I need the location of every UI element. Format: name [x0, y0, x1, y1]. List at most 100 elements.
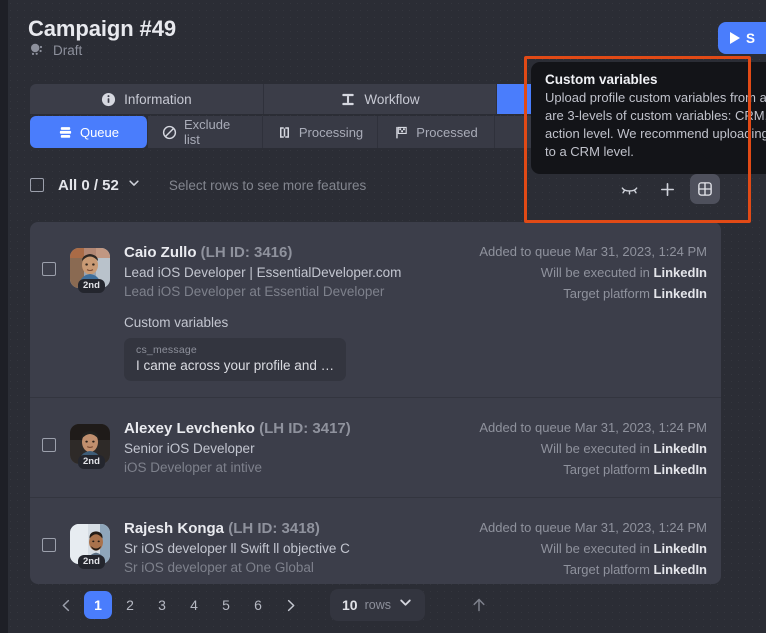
play-icon	[730, 32, 740, 44]
queue-icon	[58, 125, 73, 140]
sub-tab-exclude-list[interactable]: Exclude list	[148, 116, 263, 148]
row-lh-id: (LH ID: 3417)	[259, 420, 351, 437]
row-subline: iOS Developer at intive	[124, 460, 263, 475]
row-profile: Rajesh Konga (LH ID: 3418) Sr iOS develo…	[124, 512, 457, 575]
chevron-down-icon	[127, 176, 141, 194]
connection-degree-badge: 2nd	[78, 554, 105, 569]
chevron-right-icon[interactable]	[276, 591, 304, 619]
tooltip-arrow	[698, 150, 716, 159]
row-target-platform-label: Target platform	[563, 286, 650, 301]
selection-toolbar: All 0 / 52 Select rows to see more featu…	[30, 176, 366, 194]
tab-workflow-label: Workflow	[364, 91, 420, 107]
row-subline: Sr iOS developer at One Global	[124, 560, 314, 575]
page-button-4[interactable]: 4	[180, 591, 208, 619]
row-target-platform: Target platform LinkedIn	[457, 286, 707, 301]
page-button-3[interactable]: 3	[148, 591, 176, 619]
table-row[interactable]: 2nd Rajesh Konga (LH ID: 3418) Sr iOS de…	[30, 498, 721, 584]
table-row[interactable]: 2nd Alexey Levchenko (LH ID: 3417) Senio…	[30, 398, 721, 498]
row-will-be-executed: Will be executed in LinkedIn	[457, 541, 707, 556]
page-button-5[interactable]: 5	[212, 591, 240, 619]
custom-variable-key: cs_message	[136, 344, 197, 356]
row-profile: Caio Zullo (LH ID: 3416) Lead iOS Develo…	[124, 236, 457, 381]
flag-icon	[394, 125, 409, 140]
row-name-line: Caio Zullo (LH ID: 3416)	[124, 244, 457, 261]
tab-information[interactable]: Information	[30, 84, 264, 114]
rows-per-page-label: rows	[364, 598, 391, 612]
page-button-6[interactable]: 6	[244, 591, 272, 619]
processing-icon	[277, 125, 292, 140]
plus-icon[interactable]	[652, 174, 682, 204]
rows-per-page-select[interactable]: 10 rows	[330, 589, 425, 621]
row-target-platform-value: LinkedIn	[653, 562, 707, 577]
row-target-platform-label: Target platform	[563, 562, 650, 577]
row-name-line: Rajesh Konga (LH ID: 3418)	[124, 520, 457, 537]
app-root: Campaign #49 Draft S Information Workflo…	[0, 0, 766, 633]
table-actions	[614, 174, 720, 204]
row-will-be-executed-label: Will be executed in	[540, 265, 650, 280]
sub-tab-processed-label: Processed	[416, 124, 478, 140]
avatar: 2nd	[70, 424, 110, 469]
sub-tab-exclude-list-label: Exclude list	[184, 117, 231, 147]
row-added-to-queue: Added to queue Mar 31, 2023, 1:24 PM	[479, 244, 707, 259]
row-headline: Lead iOS Developer | EssentialDeveloper.…	[124, 265, 402, 280]
row-target-platform-value: LinkedIn	[653, 462, 707, 477]
row-target-platform-label: Target platform	[563, 462, 650, 477]
selection-hint: Select rows to see more features	[168, 177, 367, 193]
row-will-be-executed: Will be executed in LinkedIn	[457, 265, 707, 280]
campaign-status: Draft	[29, 42, 82, 58]
row-checkbox[interactable]	[42, 438, 56, 452]
sub-tab-processing[interactable]: Processing	[263, 116, 378, 148]
tab-workflow[interactable]: Workflow	[263, 84, 498, 114]
row-lh-id: (LH ID: 3416)	[200, 244, 293, 261]
row-will-be-executed-value: LinkedIn	[653, 265, 707, 280]
row-meta: Added to queue Mar 31, 2023, 1:24 PM Wil…	[457, 236, 707, 307]
chevron-down-icon	[398, 595, 413, 615]
row-will-be-executed-value: LinkedIn	[653, 541, 707, 556]
row-meta: Added to queue Mar 31, 2023, 1:24 PM Wil…	[457, 512, 707, 583]
select-all-dropdown[interactable]: All 0 / 52	[58, 176, 141, 194]
rows-per-page-value: 10	[342, 597, 358, 613]
hide-icon[interactable]	[614, 174, 644, 204]
avatar: 2nd	[70, 524, 110, 569]
sub-tab-processing-label: Processing	[298, 124, 364, 140]
info-icon	[101, 92, 116, 107]
table-row[interactable]: 2nd Caio Zullo (LH ID: 3416) Lead iOS De…	[30, 222, 721, 398]
custom-variables-tooltip: Custom variables Upload profile custom v…	[531, 62, 766, 174]
start-campaign-button[interactable]: S	[718, 22, 766, 54]
row-name: Rajesh Konga	[124, 520, 225, 537]
workflow-icon	[340, 92, 356, 107]
row-lh-id: (LH ID: 3418)	[228, 520, 320, 537]
select-all-label: All 0 / 52	[58, 176, 119, 194]
page-button-1[interactable]: 1	[84, 591, 112, 619]
status-text: Draft	[53, 42, 83, 58]
tab-information-label: Information	[124, 91, 192, 107]
row-name: Alexey Levchenko	[124, 420, 255, 437]
tooltip-body: Upload profile custom variables from a a…	[545, 90, 766, 159]
row-added-to-queue: Added to queue Mar 31, 2023, 1:24 PM	[479, 520, 707, 535]
start-campaign-label: S	[746, 30, 756, 46]
row-subline: Lead iOS Developer at Essential Develope…	[124, 284, 385, 299]
row-checkbox[interactable]	[42, 538, 56, 552]
row-will-be-executed-value: LinkedIn	[653, 441, 707, 456]
row-checkbox[interactable]	[42, 262, 56, 276]
connection-degree-badge: 2nd	[78, 278, 105, 293]
grid-icon[interactable]	[690, 174, 720, 204]
row-will-be-executed-label: Will be executed in	[540, 441, 650, 456]
chevron-left-icon[interactable]	[52, 591, 80, 619]
select-all-checkbox[interactable]	[30, 178, 44, 192]
block-icon	[162, 125, 177, 140]
tooltip-title: Custom variables	[545, 72, 658, 87]
sub-tab-processed[interactable]: Processed	[378, 116, 495, 148]
custom-variable-value: I came across your profile and …	[136, 358, 335, 373]
arrow-up-icon[interactable]	[465, 591, 493, 619]
custom-variable-chip[interactable]: cs_message I came across your profile an…	[124, 338, 347, 381]
row-profile: Alexey Levchenko (LH ID: 3417) Senior iO…	[124, 412, 457, 475]
row-meta: Added to queue Mar 31, 2023, 1:24 PM Wil…	[457, 412, 707, 483]
sub-tab-queue[interactable]: Queue	[30, 116, 148, 148]
left-rail	[0, 0, 8, 633]
connection-degree-badge: 2nd	[78, 454, 105, 469]
page-button-2[interactable]: 2	[116, 591, 144, 619]
row-will-be-executed-label: Will be executed in	[540, 541, 650, 556]
row-target-platform-value: LinkedIn	[653, 286, 707, 301]
row-will-be-executed: Will be executed in LinkedIn	[457, 441, 707, 456]
